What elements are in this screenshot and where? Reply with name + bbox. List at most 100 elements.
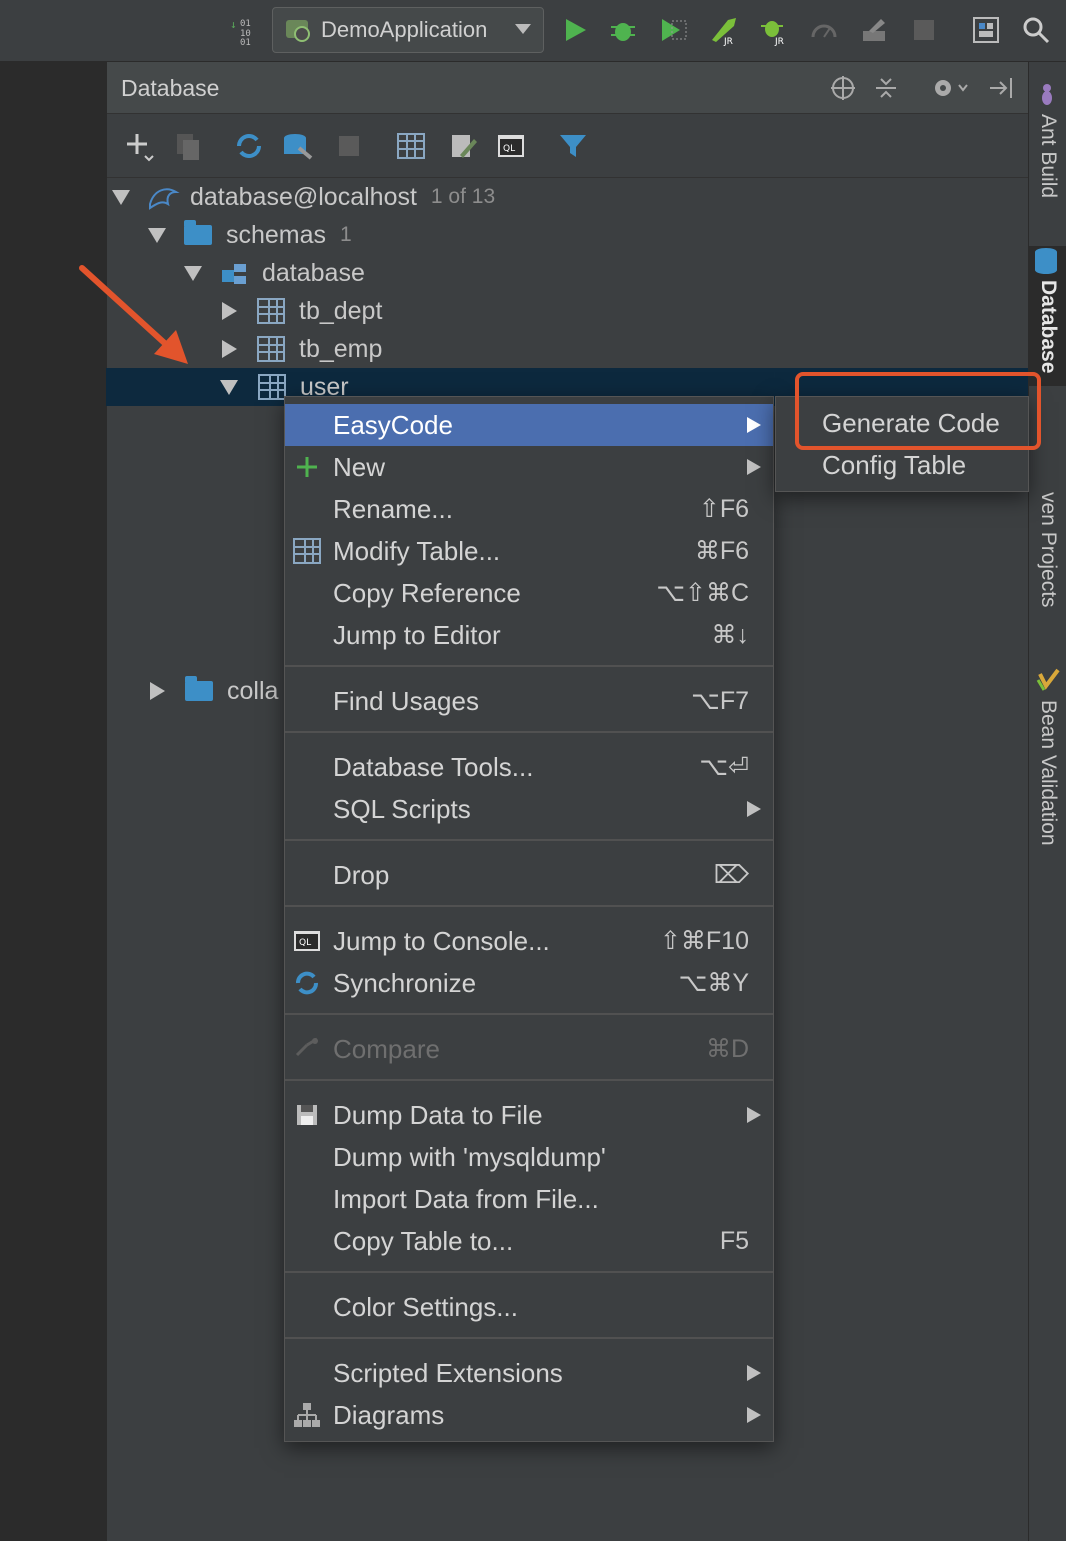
filter-icon[interactable]: [557, 130, 589, 162]
submenu-item-config-table[interactable]: Config Table: [822, 450, 966, 481]
sql-console-icon[interactable]: QL: [495, 130, 527, 162]
jrebel-debug-icon[interactable]: JR: [758, 14, 790, 46]
run-configuration-selector[interactable]: DemoApplication: [272, 7, 544, 53]
expand-arrow-icon[interactable]: [112, 189, 130, 205]
context-menu: EasyCode New Rename... ⇧F6 Modify Table.…: [284, 396, 774, 1442]
run-icon[interactable]: [558, 14, 590, 46]
jrebel-run-icon[interactable]: JR: [708, 14, 740, 46]
menu-item-database-tools[interactable]: Database Tools... ⌥⏎: [285, 746, 773, 788]
tree-node-table[interactable]: tb_emp: [220, 330, 382, 368]
svg-text:↓: ↓: [230, 18, 237, 31]
menu-separator: [285, 665, 773, 667]
menu-item-dump-data[interactable]: Dump Data to File: [285, 1094, 773, 1136]
panel-title: Database: [121, 75, 220, 101]
schema-label: database: [262, 258, 365, 287]
bean-validation-icon: [1036, 666, 1060, 694]
tab-ant-build[interactable]: Ant Build: [1029, 82, 1066, 232]
menu-item-rename[interactable]: Rename... ⇧F6: [285, 488, 773, 530]
expand-arrow-icon[interactable]: [148, 227, 166, 243]
expand-arrow-icon[interactable]: [222, 340, 237, 358]
table-icon: [293, 538, 321, 564]
submenu-arrow-icon: [747, 1107, 761, 1123]
svg-text:QL: QL: [299, 938, 311, 948]
menu-item-label: Drop: [333, 859, 390, 890]
hide-panel-icon[interactable]: [987, 74, 1015, 102]
submenu-arrow-icon: [747, 1365, 761, 1381]
menu-item-copy-reference[interactable]: Copy Reference ⌥⇧⌘C: [285, 572, 773, 614]
stop-icon[interactable]: [333, 130, 365, 162]
project-structure-icon[interactable]: [970, 14, 1002, 46]
tab-maven-projects[interactable]: ven Projects: [1029, 492, 1066, 622]
menu-item-label: Database Tools...: [333, 751, 534, 782]
menu-item-import-data[interactable]: Import Data from File...: [285, 1178, 773, 1220]
right-tool-strip: Ant Build Database ven Projects Bean Val…: [1028, 62, 1066, 1541]
connection-label: database@localhost: [190, 182, 417, 211]
svg-text:JR: JR: [723, 37, 733, 46]
menu-item-color-settings[interactable]: Color Settings...: [285, 1286, 773, 1328]
menu-item-easycode[interactable]: EasyCode: [285, 404, 773, 446]
menu-item-copy-table[interactable]: Copy Table to... F5: [285, 1220, 773, 1262]
menu-item-shortcut: ⌘D: [705, 1035, 749, 1063]
svg-text:QL: QL: [503, 144, 515, 154]
menu-item-shortcut: ⌥⏎: [699, 753, 749, 781]
settings-gear-icon[interactable]: [931, 74, 971, 102]
menu-item-modify-table[interactable]: Modify Table... ⌘F6: [285, 530, 773, 572]
refresh-icon: [293, 970, 321, 996]
tab-label: Ant Build: [1037, 114, 1060, 199]
tree-node-collations[interactable]: colla: [148, 672, 278, 710]
menu-item-new[interactable]: New: [285, 446, 773, 488]
tree-node-schemas[interactable]: schemas 1: [148, 216, 352, 254]
refresh-icon[interactable]: [233, 130, 265, 162]
menu-item-drop[interactable]: Drop ⌦: [285, 854, 773, 896]
menu-item-jump-to-editor[interactable]: Jump to Editor ⌘↓: [285, 614, 773, 656]
menu-item-label: Dump with 'mysqldump': [333, 1141, 606, 1172]
add-icon[interactable]: [123, 130, 155, 162]
annotation-highlight-box: [795, 372, 1041, 450]
menu-item-dump-mysqldump[interactable]: Dump with 'mysqldump': [285, 1136, 773, 1178]
mysql-dolphin-icon: [146, 182, 180, 212]
menu-separator: [285, 839, 773, 841]
table-icon: [258, 374, 286, 400]
menu-item-scripted-extensions[interactable]: Scripted Extensions: [285, 1352, 773, 1394]
database-panel-header: Database: [107, 62, 1029, 114]
locate-icon[interactable]: [829, 74, 857, 102]
menu-item-shortcut: ⌘F6: [694, 537, 749, 565]
menu-item-label: EasyCode: [333, 409, 453, 440]
menu-item-label: Compare: [333, 1033, 440, 1064]
expand-arrow-icon[interactable]: [220, 379, 238, 395]
run-with-coverage-icon[interactable]: [657, 14, 689, 46]
duplicate-icon[interactable]: [173, 130, 205, 162]
menu-item-label: Modify Table...: [333, 535, 501, 566]
chevron-down-icon: [515, 24, 531, 34]
tree-node-table[interactable]: tb_dept: [220, 292, 382, 330]
tree-node-connection[interactable]: database@localhost 1 of 13: [112, 178, 495, 216]
tab-bean-validation[interactable]: Bean Validation: [1029, 666, 1066, 866]
menu-item-label: Find Usages: [333, 685, 479, 716]
menu-item-label: Copy Reference: [333, 577, 521, 608]
menu-item-compare[interactable]: Compare ⌘D: [285, 1028, 773, 1070]
collapse-all-icon[interactable]: [872, 74, 900, 102]
search-icon[interactable]: [1020, 14, 1052, 46]
expand-arrow-icon[interactable]: [150, 682, 165, 700]
table-view-icon[interactable]: [395, 130, 427, 162]
profiler-icon[interactable]: [808, 14, 840, 46]
run-configuration-label: DemoApplication: [321, 17, 488, 42]
menu-item-jump-to-console[interactable]: QL Jump to Console... ⇧⌘F10: [285, 920, 773, 962]
menu-item-sql-scripts[interactable]: SQL Scripts: [285, 788, 773, 830]
stop-icon[interactable]: [908, 14, 940, 46]
menu-separator: [285, 905, 773, 907]
data-source-properties-icon[interactable]: [281, 130, 315, 162]
edit-source-icon[interactable]: [447, 130, 479, 162]
tree-node-schema[interactable]: database: [184, 254, 365, 292]
debug-icon[interactable]: [607, 14, 639, 46]
svg-text:01: 01: [240, 38, 251, 46]
menu-item-find-usages[interactable]: Find Usages ⌥F7: [285, 680, 773, 722]
build-icon[interactable]: [858, 14, 890, 46]
menu-item-label: Scripted Extensions: [333, 1357, 563, 1388]
menu-item-diagrams[interactable]: Diagrams: [285, 1394, 773, 1436]
menu-item-synchronize[interactable]: Synchronize ⌥⌘Y: [285, 962, 773, 1004]
sort-binary-icon[interactable]: ↓ 01 10 01: [228, 14, 260, 46]
tab-database[interactable]: Database: [1029, 246, 1066, 386]
connection-count: 1 of 13: [430, 185, 496, 208]
expand-arrow-icon[interactable]: [222, 302, 237, 320]
